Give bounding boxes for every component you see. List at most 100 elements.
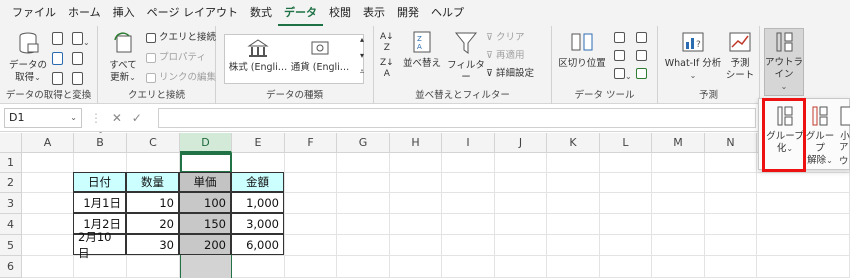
column-header-f[interactable]: F <box>285 133 337 153</box>
active-cell-d1[interactable] <box>180 153 232 173</box>
relationships-button[interactable] <box>636 50 647 65</box>
table-header-cell[interactable]: 金額 <box>231 172 284 192</box>
sort-button[interactable]: ZA 並べ替え <box>402 30 442 70</box>
table-cell[interactable]: 100 <box>179 192 231 213</box>
from-web-button[interactable] <box>52 52 63 69</box>
column-header-m[interactable]: M <box>652 133 705 153</box>
data-validation-button[interactable]: ⌄ <box>614 68 632 83</box>
ungroup-icon <box>812 106 828 126</box>
column-header-e[interactable]: E <box>232 133 285 153</box>
table-cell[interactable]: 10 <box>126 192 179 213</box>
column-header-c[interactable]: C <box>127 133 180 153</box>
column-header-b[interactable]: B <box>74 133 127 153</box>
name-box[interactable]: D1 ⌄ <box>4 108 82 128</box>
existing-connections-button[interactable] <box>72 52 83 69</box>
text-to-columns-button[interactable]: 区切り位置 <box>556 30 608 70</box>
menu-review[interactable]: 校閲 <box>323 0 357 26</box>
column-header-h[interactable]: H <box>390 133 442 153</box>
text-to-columns-label: 区切り位置 <box>558 58 606 69</box>
menu-insert[interactable]: 挿入 <box>107 0 141 26</box>
formula-input[interactable] <box>158 108 756 128</box>
table-header-cell[interactable]: 日付 <box>73 172 126 192</box>
table-cell[interactable]: 2月10日 <box>73 230 126 260</box>
row-header-2[interactable]: 2 <box>0 173 22 193</box>
get-data-button[interactable]: データの 取得⌄ <box>8 30 48 84</box>
chevron-down-icon: ▾ <box>359 51 364 60</box>
group-get-data: データの 取得⌄ ⌄ データの取得と変換 <box>0 26 98 104</box>
table-cell[interactable]: 1月1日 <box>73 192 126 213</box>
sort-desc-button[interactable]: Z↓ A <box>380 58 394 80</box>
queries-connections-button[interactable]: クエリと接続 <box>146 32 216 44</box>
advanced-button[interactable]: ⊽ 詳細設定 <box>486 68 534 80</box>
whatif-button[interactable]: ? What-If 分析 ⌄ <box>664 30 722 82</box>
outline-button[interactable]: アウトラ イン ⌄ <box>764 28 804 96</box>
table-cell[interactable]: 1,000 <box>231 192 284 213</box>
svg-text:A: A <box>417 43 422 51</box>
table-cell[interactable]: 3,000 <box>231 213 284 234</box>
menu-formulas[interactable]: 数式 <box>244 0 278 26</box>
column-header-l[interactable]: L <box>600 133 652 153</box>
table-cell[interactable]: 150 <box>179 213 231 234</box>
table-header-cell[interactable]: 数量 <box>126 172 179 192</box>
menu-data[interactable]: データ <box>277 0 323 26</box>
column-header-k[interactable]: K <box>547 133 600 153</box>
name-box-value: D1 <box>9 111 25 124</box>
edit-links-button[interactable]: リンクの編集 <box>146 72 216 84</box>
ribbon: データの 取得⌄ ⌄ データの取得と変換 すべて 更新⌄ クエリと接続 プロパテ… <box>0 26 850 104</box>
column-header-n[interactable]: N <box>705 133 757 153</box>
forecast-sheet-button[interactable]: 予測 シート <box>724 30 756 82</box>
row-header-4[interactable]: 4 <box>0 214 22 235</box>
menu-developer[interactable]: 開発 <box>391 0 425 26</box>
gallery-more[interactable]: ⩡ <box>356 66 368 78</box>
get-data-label2: 取得 <box>15 72 35 83</box>
column-header-d[interactable]: D <box>180 133 232 153</box>
row-header-1[interactable]: 1 <box>0 153 22 173</box>
column-header-g[interactable]: G <box>337 133 390 153</box>
ungroup-button[interactable]: グループ 解除⌄ <box>805 105 835 167</box>
filter-button[interactable]: フィルター <box>446 30 486 84</box>
menu-page-layout[interactable]: ページ レイアウト <box>141 0 244 26</box>
menu-file[interactable]: ファイル <box>6 0 62 26</box>
from-text-button[interactable] <box>52 32 63 49</box>
reapply-button[interactable]: ⊽ 再適用 <box>486 50 525 62</box>
flash-fill-button[interactable] <box>614 32 625 47</box>
table-cell[interactable]: 6,000 <box>231 234 284 255</box>
enter-icon[interactable]: ✓ <box>132 111 142 125</box>
menu-home[interactable]: ホーム <box>62 0 107 26</box>
menu-view[interactable]: 表示 <box>357 0 391 26</box>
refresh-all-button[interactable]: すべて 更新⌄ <box>106 30 140 84</box>
gallery-scroll-down[interactable]: ▾ <box>356 50 368 62</box>
queries-icon <box>146 32 156 43</box>
table-header-cell[interactable]: 単価 <box>179 172 231 192</box>
clear-label: クリア <box>496 32 525 43</box>
formula-buttons: ⋮ ✕ ✓ fx <box>90 108 152 145</box>
refresh-icon <box>114 32 132 53</box>
column-header-j[interactable]: J <box>495 133 547 153</box>
row-header-5[interactable]: 5 <box>0 235 22 256</box>
gallery-scroll-up[interactable]: ▴ <box>356 34 368 46</box>
data-model-button[interactable] <box>636 68 647 83</box>
column-header-a[interactable]: A <box>22 133 74 153</box>
sort-asc-button[interactable]: A↓ Z <box>380 32 394 54</box>
remove-duplicates-button[interactable] <box>614 50 625 65</box>
consolidate-button[interactable] <box>636 32 647 47</box>
properties-button[interactable]: プロパティ <box>146 52 206 64</box>
column-header-i[interactable]: I <box>442 133 495 153</box>
menu-help[interactable]: ヘルプ <box>425 0 470 26</box>
row-header-3[interactable]: 3 <box>0 193 22 214</box>
table-cell[interactable]: 20 <box>126 213 179 234</box>
currency-button[interactable]: 通貨 (Engli… <box>288 38 352 74</box>
advanced-label: 詳細設定 <box>496 68 535 79</box>
clear-button[interactable]: ⊽ クリア <box>486 32 525 44</box>
recent-sources-button[interactable]: ⌄ <box>72 32 90 49</box>
subtotal-button[interactable]: 小 <box>839 105 850 143</box>
table-cell[interactable]: 30 <box>126 234 179 255</box>
group-label-queries: クエリと接続 <box>127 90 185 101</box>
select-all-corner[interactable] <box>0 133 22 153</box>
table-cell[interactable]: 200 <box>179 234 231 255</box>
outline-icon <box>776 32 793 52</box>
row-header-6[interactable]: 6 <box>0 256 22 278</box>
recent-sources-icon <box>72 32 83 45</box>
stocks-button[interactable]: 株式 (Engli… <box>226 38 290 74</box>
cancel-icon[interactable]: ✕ <box>112 111 122 125</box>
